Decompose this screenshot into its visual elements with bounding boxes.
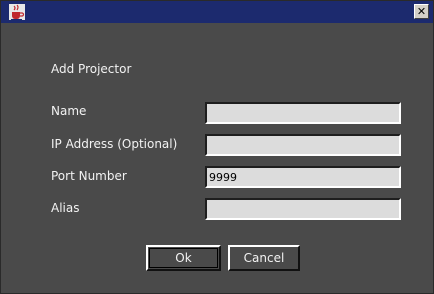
cancel-button[interactable]: Cancel xyxy=(228,245,300,271)
ok-button[interactable]: Ok xyxy=(146,245,221,271)
ok-button-label: Ok xyxy=(175,251,192,265)
ip-address-input[interactable] xyxy=(205,134,401,156)
alias-input[interactable] xyxy=(205,198,401,220)
java-coffee-cup-icon xyxy=(9,4,25,20)
port-number-input[interactable] xyxy=(205,166,401,188)
close-button[interactable]: ✕ xyxy=(414,4,429,19)
name-input[interactable] xyxy=(205,102,401,124)
add-projector-window: ✕ Add Projector Name IP Address (Optiona… xyxy=(0,0,434,294)
port-number-label: Port Number xyxy=(51,169,127,183)
ip-address-label: IP Address (Optional) xyxy=(51,137,178,151)
alias-label: Alias xyxy=(51,201,80,215)
title-bar[interactable]: ✕ xyxy=(1,1,433,23)
cancel-button-label: Cancel xyxy=(243,251,285,265)
close-icon: ✕ xyxy=(416,5,427,18)
name-label: Name xyxy=(51,104,87,118)
dialog-title: Add Projector xyxy=(51,62,132,76)
